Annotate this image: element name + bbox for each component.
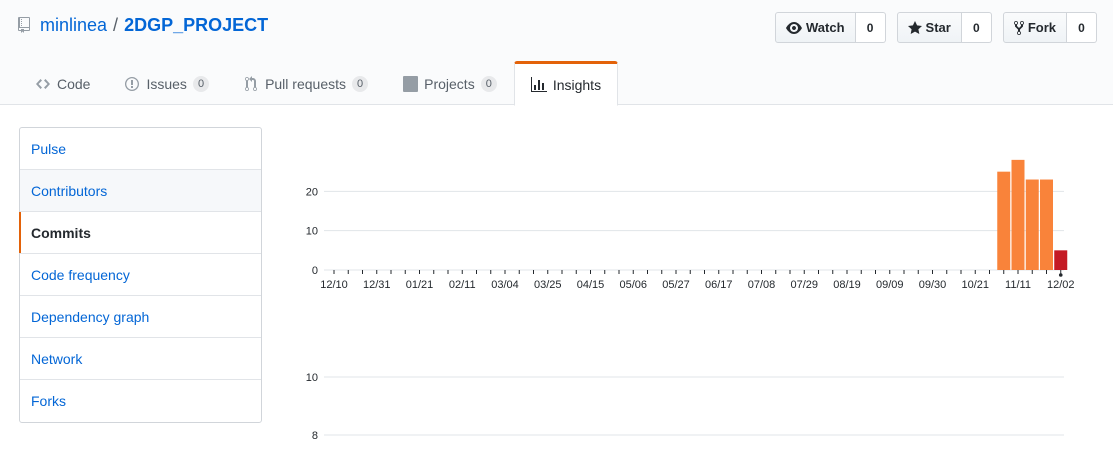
forks-count[interactable]: 0 [1067, 12, 1097, 43]
x-tick-label: 08/19 [833, 279, 861, 291]
code-icon [35, 76, 51, 92]
commit-bar [1054, 250, 1068, 270]
fork-group: Fork 0 [1002, 12, 1097, 43]
watch-button[interactable]: Watch [775, 12, 856, 43]
tab-code[interactable]: Code [18, 61, 107, 105]
watch-group: Watch 0 [775, 12, 886, 43]
commit-bar [997, 171, 1011, 270]
tab-pull-requests[interactable]: Pull requests 0 [226, 61, 385, 105]
star-group: Star 0 [896, 12, 992, 43]
repo-path-separator: / [113, 15, 119, 35]
tab-code-label: Code [57, 76, 91, 92]
tab-pull-requests-label: Pull requests [265, 76, 346, 92]
pull-requests-counter: 0 [352, 76, 369, 92]
daily-commits-chart: 8 10 [306, 372, 1064, 442]
x-tick-label: 03/04 [491, 279, 519, 291]
x-tick-label: 07/08 [748, 279, 776, 291]
y-tick-label: 0 [312, 265, 318, 277]
star-button[interactable]: Star [896, 12, 962, 43]
menu-item-pulse[interactable]: Pulse [20, 128, 261, 170]
repo-forked-icon [1013, 20, 1024, 36]
repo-header: minlinea / 2DGP_PROJECT Watch 0 Star 0 F… [0, 0, 1113, 106]
y-tick-label: 10 [306, 372, 318, 384]
repo-name-link[interactable]: 2DGP_PROJECT [124, 15, 268, 36]
commit-bar [1025, 179, 1039, 270]
y-tick-label: 10 [306, 226, 318, 238]
x-tick-label: 02/11 [449, 279, 476, 291]
star-icon [907, 20, 922, 36]
x-tick-label: 04/15 [577, 279, 605, 291]
commits-chart-area: 0 10 20 12/10 12/31 01/21 02/11 03/04 03/25 04/15… [290, 120, 1090, 459]
x-tick-label: 07/29 [790, 279, 818, 291]
x-tick-label: 05/06 [619, 279, 647, 291]
x-tick-label: 03/25 [534, 279, 562, 291]
repo-icon [18, 16, 32, 35]
menu-item-dependency-graph[interactable]: Dependency graph [20, 296, 261, 338]
stargazers-count[interactable]: 0 [961, 12, 992, 43]
menu-item-code-frequency[interactable]: Code frequency [20, 254, 261, 296]
repo-title: minlinea / 2DGP_PROJECT [18, 15, 268, 36]
commit-bar [1011, 159, 1025, 270]
x-tick-label: 12/02 [1047, 279, 1075, 291]
tab-issues-label: Issues [146, 76, 187, 92]
menu-item-commits[interactable]: Commits [19, 212, 261, 254]
x-tick-label: 06/17 [705, 279, 733, 291]
tab-projects-label: Projects [424, 76, 475, 92]
tab-projects[interactable]: Projects 0 [385, 61, 514, 105]
graph-icon [530, 76, 547, 93]
x-tick-label: 12/31 [363, 279, 391, 291]
fork-button[interactable]: Fork [1002, 12, 1067, 43]
project-icon [402, 76, 418, 92]
x-tick-label: 09/30 [919, 279, 947, 291]
tab-insights[interactable]: Insights [513, 61, 619, 106]
repo-nav: Code Issues 0 Pull requests 0 Projects 0 [18, 61, 619, 106]
menu-item-forks[interactable]: Forks [20, 380, 261, 422]
repo-actions: Watch 0 Star 0 Fork 0 [775, 12, 1097, 43]
eye-icon [786, 20, 802, 36]
projects-counter: 0 [480, 76, 497, 92]
star-label: Star [925, 20, 951, 35]
issues-counter: 0 [192, 76, 210, 92]
commit-bar [1040, 179, 1053, 270]
fork-label: Fork [1027, 20, 1056, 35]
menu-item-network[interactable]: Network [20, 338, 261, 380]
x-tick-label: 01/21 [406, 279, 434, 291]
weekly-commits-chart: 0 10 20 12/10 12/31 01/21 02/11 03/04 03/25 04/15… [306, 159, 1075, 291]
y-tick-label: 8 [312, 430, 318, 442]
x-tick-label: 05/27 [662, 279, 690, 291]
repo-owner-link[interactable]: minlinea [40, 15, 107, 36]
x-tick-label: 11/11 [1005, 279, 1031, 291]
x-tick-label: 10/21 [961, 279, 989, 291]
issue-opened-icon [124, 76, 140, 92]
tab-issues[interactable]: Issues 0 [107, 61, 226, 105]
watch-label: Watch [806, 20, 845, 35]
watchers-count[interactable]: 0 [855, 12, 886, 43]
insights-menu: Pulse Contributors Commits Code frequenc… [19, 127, 262, 423]
menu-item-contributors[interactable]: Contributors [20, 170, 261, 212]
x-tick-label: 12/10 [320, 279, 348, 291]
git-pull-request-icon [243, 76, 259, 92]
selected-week-marker [1058, 273, 1063, 277]
x-tick-label: 09/09 [876, 279, 904, 291]
y-tick-label: 20 [306, 186, 318, 198]
tab-insights-label: Insights [552, 76, 602, 93]
